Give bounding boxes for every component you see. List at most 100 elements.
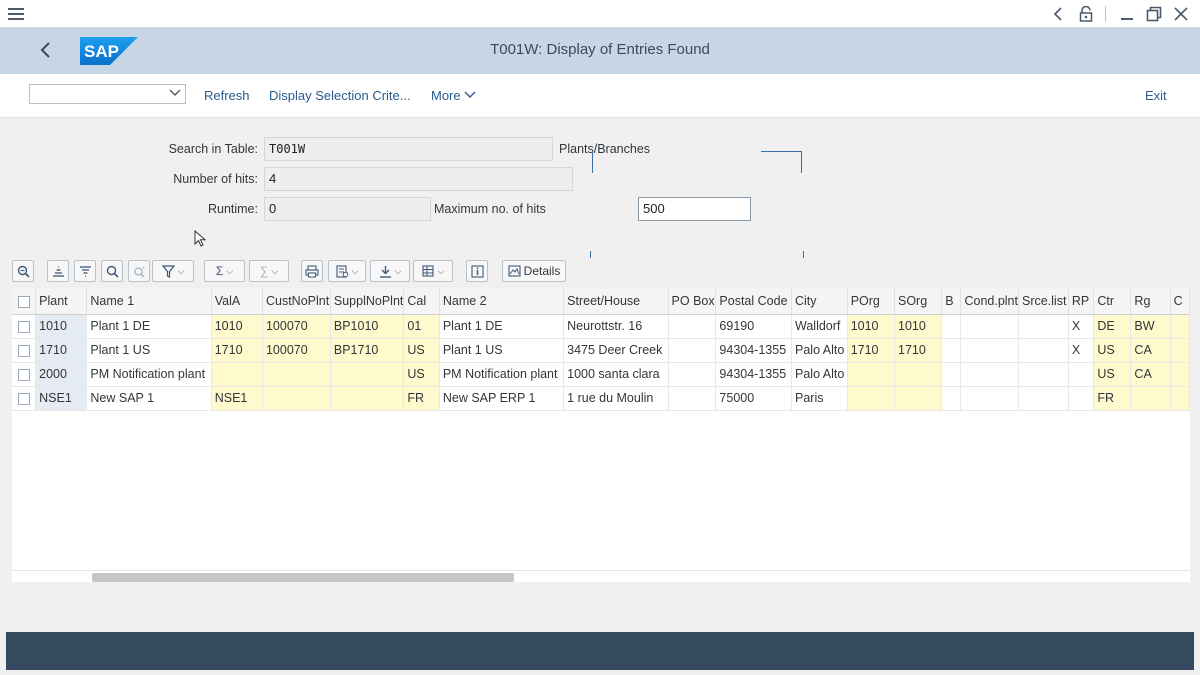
table-cell[interactable]: BP1710 [330, 338, 405, 363]
scrollbar-thumb[interactable] [92, 573, 514, 582]
restore-icon[interactable] [1143, 3, 1165, 25]
table-cell[interactable] [941, 338, 962, 363]
sort-descending-icon[interactable] [74, 260, 96, 282]
more-menu-button[interactable]: More [431, 88, 476, 103]
table-cell[interactable] [668, 362, 717, 387]
max-hits-input[interactable]: 500 [638, 197, 751, 221]
table-cell[interactable]: 94304-1355 [715, 338, 792, 363]
table-cell[interactable]: DE [1093, 314, 1132, 339]
filter-menu-button[interactable]: ⌵ [152, 260, 194, 282]
column-header[interactable]: B [941, 289, 962, 315]
table-cell[interactable]: BW [1130, 314, 1171, 339]
column-header[interactable]: SupplNoPlnt [330, 289, 405, 315]
table-cell[interactable] [941, 362, 962, 387]
close-icon[interactable] [1170, 3, 1192, 25]
column-header[interactable]: Plant [35, 289, 88, 315]
table-cell[interactable]: 1000 santa clara [563, 362, 669, 387]
table-cell[interactable]: 1 rue du Moulin [563, 386, 669, 411]
row-select-checkbox[interactable] [12, 314, 37, 339]
column-header[interactable]: C [1170, 289, 1190, 315]
info-icon[interactable] [466, 260, 488, 282]
table-cell[interactable] [330, 386, 405, 411]
table-cell[interactable]: PM Notification plant [86, 362, 212, 387]
column-header[interactable]: POrg [847, 289, 896, 315]
table-cell[interactable]: FR [403, 386, 440, 411]
column-header[interactable]: RP [1068, 289, 1095, 315]
table-cell[interactable]: 100070 [262, 338, 331, 363]
column-header[interactable]: Rg [1130, 289, 1171, 315]
table-cell[interactable]: 1010 [211, 314, 263, 339]
view-menu-button[interactable]: ⌵ [328, 260, 366, 282]
table-row[interactable]: 1710 Plant 1 US 1710 100070 BP1710 US Plant 1 … [12, 338, 1190, 363]
minimize-icon[interactable] [1116, 3, 1138, 25]
table-cell[interactable]: 94304-1355 [715, 362, 792, 387]
table-row[interactable]: 1010 Plant 1 DE 1010 100070 BP1010 01 Plant 1 … [12, 314, 1190, 339]
table-cell[interactable]: Plant 1 DE [439, 314, 565, 339]
table-cell[interactable] [941, 314, 962, 339]
table-cell[interactable]: Paris [791, 386, 848, 411]
table-cell[interactable]: 2000 [35, 362, 88, 387]
column-header[interactable]: Name 1 [86, 289, 212, 315]
table-cell[interactable]: 3475 Deer Creek [563, 338, 669, 363]
refresh-button[interactable]: Refresh [204, 88, 250, 103]
table-cell[interactable]: US [403, 362, 440, 387]
table-cell[interactable] [894, 386, 943, 411]
table-cell[interactable] [1068, 386, 1095, 411]
table-cell[interactable] [960, 338, 1019, 363]
row-select-checkbox[interactable] [12, 362, 37, 387]
security-lock-icon[interactable] [1075, 3, 1097, 25]
column-header[interactable]: Street/House [563, 289, 669, 315]
table-cell[interactable] [1130, 386, 1171, 411]
table-cell[interactable]: 1010 [894, 314, 943, 339]
row-select-checkbox[interactable] [12, 386, 37, 411]
table-cell[interactable]: 1710 [894, 338, 943, 363]
table-cell[interactable]: 75000 [715, 386, 792, 411]
hamburger-menu-icon[interactable] [5, 3, 27, 25]
table-cell[interactable] [1170, 338, 1190, 363]
table-cell[interactable] [668, 386, 717, 411]
table-cell[interactable]: Plant 1 DE [86, 314, 212, 339]
details-button[interactable]: Details [502, 260, 566, 282]
column-header[interactable]: ValA [211, 289, 263, 315]
select-all-checkbox[interactable] [12, 289, 37, 315]
table-cell[interactable]: FR [1093, 386, 1132, 411]
table-cell[interactable] [960, 386, 1019, 411]
table-cell[interactable] [847, 386, 896, 411]
table-cell[interactable] [1170, 386, 1190, 411]
column-header[interactable]: Ctr [1093, 289, 1132, 315]
table-cell[interactable] [668, 338, 717, 363]
table-cell[interactable]: US [403, 338, 440, 363]
table-cell[interactable]: Plant 1 US [86, 338, 212, 363]
table-cell[interactable]: NSE1 [211, 386, 263, 411]
table-cell[interactable]: 1710 [35, 338, 88, 363]
table-cell[interactable]: New SAP 1 [86, 386, 212, 411]
horizontal-scrollbar[interactable] [12, 570, 1190, 582]
table-cell[interactable] [262, 362, 331, 387]
table-cell[interactable]: US [1093, 362, 1132, 387]
table-cell[interactable]: US [1093, 338, 1132, 363]
sum-menu-button[interactable]: Σ ⌵ [204, 260, 245, 282]
layout-menu-button[interactable]: ⌵ [413, 260, 453, 282]
table-cell[interactable] [1068, 362, 1095, 387]
column-header[interactable]: PO Box [668, 289, 717, 315]
column-header[interactable]: SOrg [894, 289, 943, 315]
column-header[interactable]: CustNoPlnt [262, 289, 331, 315]
table-cell[interactable]: X [1068, 314, 1095, 339]
display-selection-criteria-button[interactable]: Display Selection Crite... [269, 88, 411, 103]
column-header[interactable]: Name 2 [439, 289, 565, 315]
table-cell[interactable]: Neurottstr. 16 [563, 314, 669, 339]
table-cell[interactable]: 69190 [715, 314, 792, 339]
table-cell[interactable] [894, 362, 943, 387]
table-cell[interactable]: Palo Alto [791, 338, 848, 363]
table-cell[interactable] [668, 314, 717, 339]
table-cell[interactable] [960, 314, 1019, 339]
table-cell[interactable]: Plant 1 US [439, 338, 565, 363]
table-cell[interactable]: Palo Alto [791, 362, 848, 387]
table-cell[interactable]: 1010 [847, 314, 896, 339]
table-cell[interactable]: 01 [403, 314, 440, 339]
table-cell[interactable]: New SAP ERP 1 [439, 386, 565, 411]
variant-select[interactable] [29, 84, 186, 104]
table-cell[interactable] [262, 386, 331, 411]
table-cell[interactable]: CA [1130, 338, 1171, 363]
row-select-checkbox[interactable] [12, 338, 37, 363]
